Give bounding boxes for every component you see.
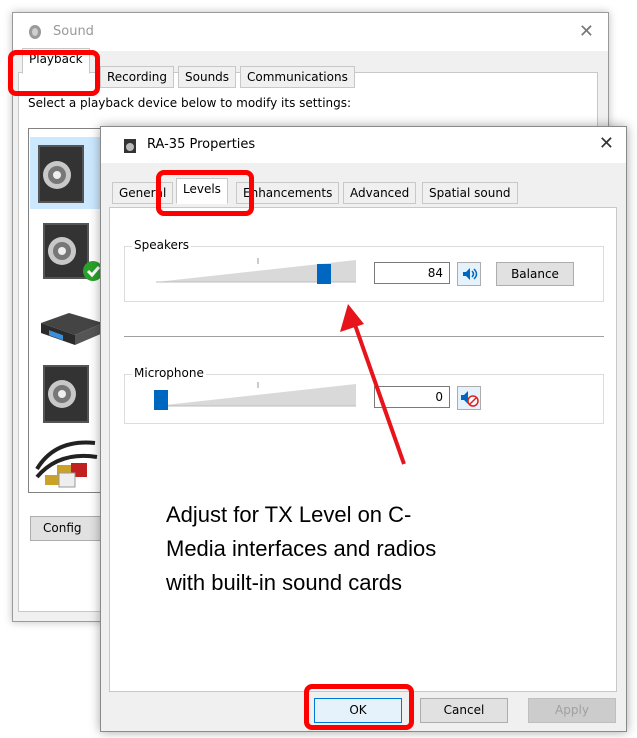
- muted-speaker-icon: [461, 391, 479, 407]
- speaker-mute-button[interactable]: [457, 262, 481, 286]
- sound-window-title: Sound: [53, 24, 94, 39]
- speaker-app-icon: [29, 25, 41, 39]
- properties-title: RA-35 Properties: [147, 137, 256, 152]
- speaker-volume-icon: [463, 268, 478, 280]
- ok-button[interactable]: OK: [314, 698, 402, 723]
- annotation-text: Adjust for TX Level on C- Media interfac…: [166, 498, 526, 600]
- speaker-device-icon: [38, 145, 84, 203]
- speakers-label: Speakers: [132, 238, 192, 252]
- microphone-slider-thumb[interactable]: [154, 390, 168, 410]
- rca-cable-icon: [35, 440, 98, 488]
- annotation-line: Adjust for TX Level on C-: [166, 502, 412, 527]
- tab-recording[interactable]: Recording: [100, 66, 175, 88]
- annotation-line: with built-in sound cards: [166, 570, 403, 595]
- cancel-button[interactable]: Cancel: [420, 698, 508, 723]
- device-item-rca[interactable]: [35, 429, 98, 491]
- microphone-mute-button[interactable]: [457, 386, 481, 410]
- tab-levels[interactable]: Levels: [176, 178, 228, 204]
- speaker-device-icon: [43, 365, 89, 423]
- sound-titlebar: Sound ✕: [13, 13, 608, 51]
- tab-enhancements[interactable]: Enhancements: [236, 182, 340, 204]
- balance-button[interactable]: Balance: [496, 262, 574, 286]
- annotation-line: Media interfaces and radios: [166, 536, 437, 561]
- tab-spatial-sound[interactable]: Spatial sound: [422, 182, 518, 204]
- annotation-arrow-icon: [340, 304, 406, 465]
- tab-general[interactable]: General: [112, 182, 174, 204]
- receiver-device-icon: [41, 313, 103, 345]
- speakers-slider-thumb[interactable]: [317, 264, 331, 284]
- tab-communications[interactable]: Communications: [240, 66, 355, 88]
- tab-playback[interactable]: Playback: [22, 48, 90, 74]
- device-item-receiver[interactable]: [35, 301, 103, 351]
- device-item-speaker-3[interactable]: [35, 361, 97, 423]
- device-item-default-speaker[interactable]: [35, 219, 103, 281]
- microphone-label: Microphone: [132, 366, 206, 380]
- microphone-slider[interactable]: [156, 380, 358, 410]
- speakers-level-field[interactable]: 84: [374, 262, 450, 284]
- tab-sounds[interactable]: Sounds: [178, 66, 237, 88]
- close-icon[interactable]: ✕: [599, 133, 614, 154]
- speaker-small-icon: [124, 139, 136, 153]
- properties-titlebar: RA-35 Properties ✕: [101, 127, 626, 163]
- speaker-default-icon: [43, 223, 103, 281]
- apply-button[interactable]: Apply: [528, 698, 616, 723]
- tab-advanced[interactable]: Advanced: [343, 182, 417, 204]
- close-icon[interactable]: ✕: [579, 21, 594, 42]
- playback-hint: Select a playback device below to modify…: [28, 96, 352, 110]
